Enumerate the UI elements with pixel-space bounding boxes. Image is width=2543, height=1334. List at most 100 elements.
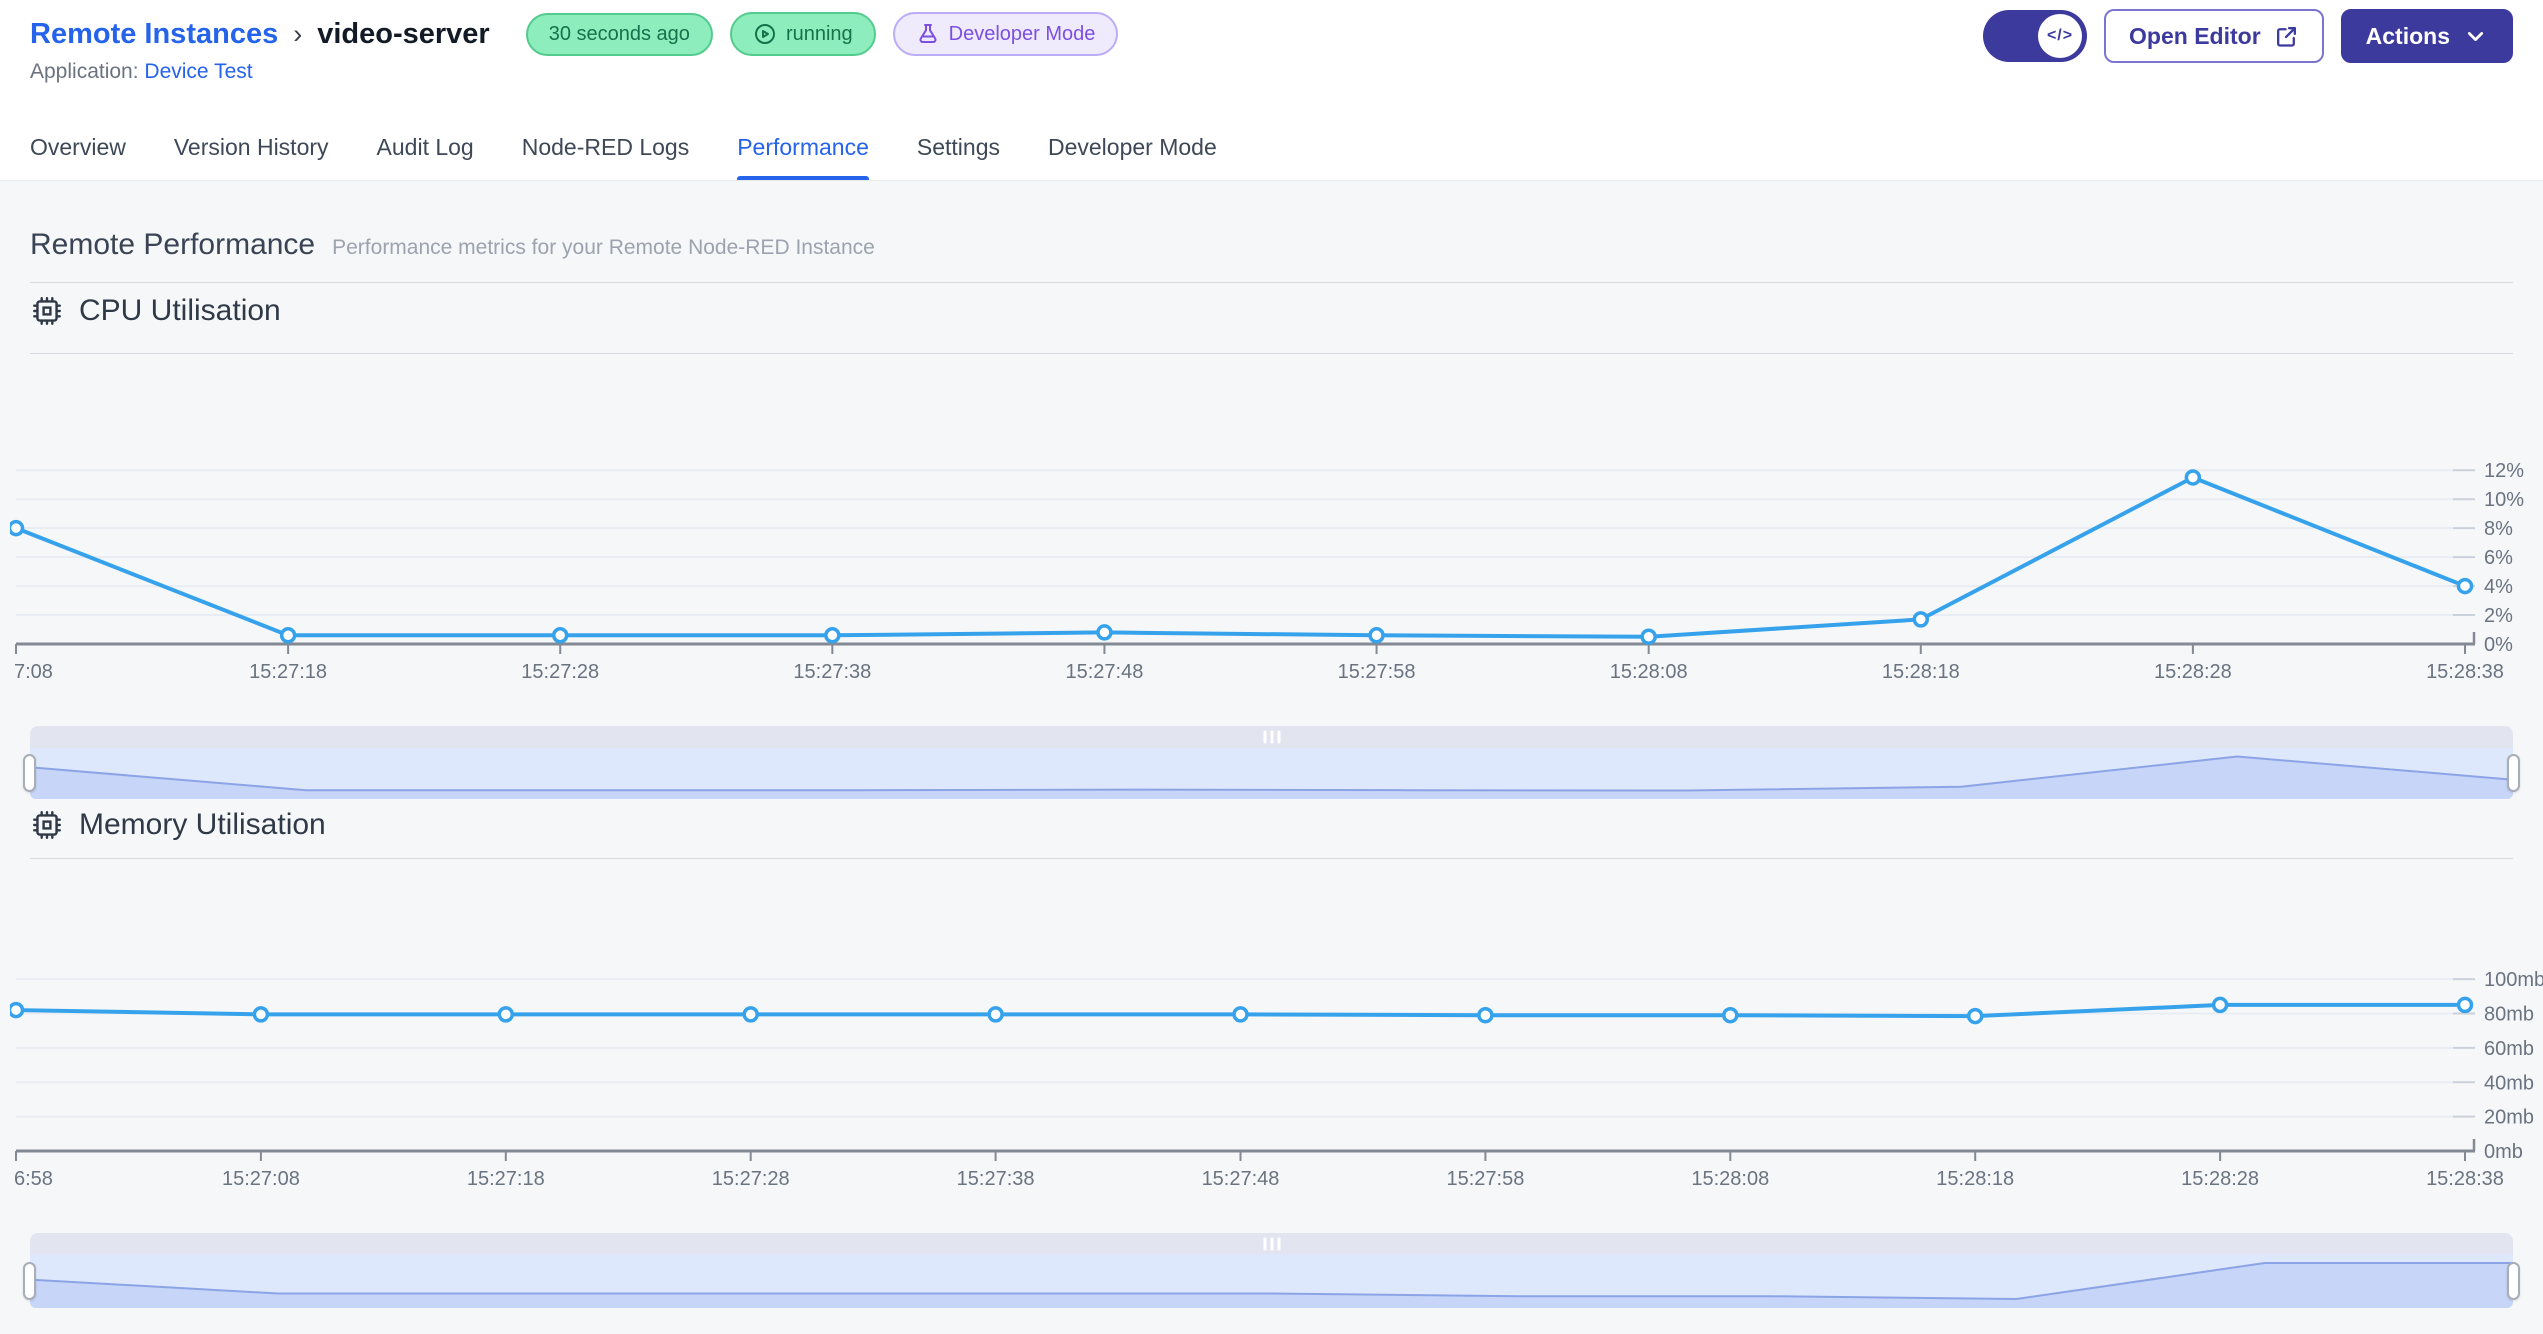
developer-mode-badge-label: Developer Mode	[948, 22, 1096, 45]
grip-icon[interactable]	[1263, 1237, 1280, 1250]
memory-chart-zoom-brush	[23, 1233, 2520, 1308]
running-status-label: running	[785, 22, 853, 45]
x-tick-label: 15:27:28	[712, 1168, 790, 1190]
memory-brush-handle-left[interactable]	[23, 1262, 36, 1300]
cpu-chip-icon	[30, 294, 64, 328]
code-icon: </>	[2038, 14, 2083, 58]
header-controls: </> Open Editor Actions	[1983, 9, 2513, 63]
tab-bar: Overview Version History Audit Log Node-…	[0, 115, 2543, 181]
tab-version-history[interactable]: Version History	[174, 115, 329, 180]
x-tick-label: 15:28:08	[1610, 661, 1688, 683]
data-point-marker	[1966, 1007, 1984, 1025]
last-seen-badge: 30 seconds ago	[525, 12, 713, 56]
actions-label: Actions	[2365, 22, 2450, 49]
memory-chip-icon	[30, 808, 64, 842]
x-tick-label: 15:28:28	[2154, 661, 2232, 683]
x-tick-label: 15:28:38	[2426, 1168, 2504, 1190]
x-tick-label: 15:27:58	[1446, 1168, 1524, 1190]
data-point-marker	[2456, 577, 2474, 595]
y-tick-label: 8%	[2484, 518, 2513, 540]
x-tick-label: 15:27:28	[521, 661, 599, 683]
cpu-brush-drag-strip[interactable]	[30, 726, 2513, 748]
grip-icon[interactable]	[1263, 730, 1280, 744]
breadcrumb-remote-instances-link[interactable]: Remote Instances	[30, 18, 278, 51]
data-point-marker	[497, 1006, 515, 1023]
y-tick-label: 4%	[2484, 576, 2513, 598]
data-point-marker	[1640, 628, 1657, 646]
memory-section-label: Memory Utilisation	[79, 808, 326, 841]
application-link[interactable]: Device Test	[144, 60, 252, 83]
memory-brush-drag-strip[interactable]	[30, 1233, 2513, 1254]
cpu-brush-preview[interactable]	[30, 748, 2513, 799]
memory-brush-handle-right[interactable]	[2507, 1262, 2520, 1300]
y-tick-label: 0%	[2484, 634, 2513, 656]
y-tick-label: 60mb	[2484, 1038, 2534, 1060]
cpu-brush-handle-right[interactable]	[2507, 754, 2520, 792]
x-tick-label: 15:27:48	[1202, 1168, 1280, 1190]
cpu-chart-zoom-brush	[23, 726, 2520, 799]
x-tick-label: 15:27:18	[249, 661, 327, 683]
cpu-section-label: CPU Utilisation	[79, 294, 281, 327]
x-tick-label: 15:27:38	[957, 1168, 1035, 1190]
cpu-utilisation-chart[interactable]: 0% 2% 4% 6% 8% 10% 12% 7:08 15:27:18 15:27:28 15:2…	[10, 421, 2543, 691]
x-tick-label: 15:28:38	[2426, 661, 2504, 683]
last-seen-badge-label: 30 seconds ago	[548, 22, 690, 45]
data-point-marker	[10, 1001, 25, 1019]
data-point-marker	[2211, 996, 2229, 1014]
y-tick-label: 80mb	[2484, 1004, 2534, 1026]
application-row: Application: Device Test	[30, 60, 253, 84]
tab-performance[interactable]: Performance	[737, 115, 869, 180]
x-tick-label: 6:58	[14, 1168, 53, 1190]
data-point-marker	[1096, 624, 1113, 641]
memory-brush-preview[interactable]	[30, 1254, 2513, 1308]
flask-icon	[916, 22, 940, 46]
y-tick-label: 6%	[2484, 547, 2513, 569]
x-tick-label: 15:27:08	[222, 1168, 300, 1190]
data-point-marker	[551, 627, 569, 644]
tab-developer-mode[interactable]: Developer Mode	[1048, 115, 1217, 180]
tab-audit-log[interactable]: Audit Log	[377, 115, 474, 180]
open-editor-button[interactable]: Open Editor	[2104, 9, 2324, 63]
divider	[30, 353, 2513, 354]
tab-node-red-logs[interactable]: Node-RED Logs	[522, 115, 689, 180]
developer-mode-toggle[interactable]: </>	[1983, 10, 2088, 62]
brush-area-fill	[30, 756, 2513, 799]
data-point-marker	[279, 627, 297, 644]
tab-settings[interactable]: Settings	[917, 115, 1000, 180]
data-point-marker	[1368, 627, 1385, 644]
y-tick-label: 12%	[2484, 460, 2524, 482]
developer-mode-badge: Developer Mode	[892, 12, 1119, 56]
chevron-down-icon	[2463, 24, 2488, 49]
y-tick-label: 2%	[2484, 605, 2513, 627]
running-status-badge: running	[729, 12, 876, 56]
x-tick-label: 15:28:08	[1691, 1168, 1769, 1190]
brush-preview-svg	[30, 1262, 2513, 1308]
breadcrumb: Remote Instances › video-server 30 secon…	[30, 10, 1119, 58]
status-badges: 30 seconds ago running Developer Mode	[525, 12, 1119, 56]
data-point-marker	[742, 1006, 759, 1023]
x-tick-label: 15:27:48	[1066, 661, 1144, 683]
page-head: Remote Performance Performance metrics f…	[30, 228, 875, 262]
cpu-brush-handle-left[interactable]	[23, 754, 36, 792]
performance-content: Remote Performance Performance metrics f…	[0, 182, 2543, 1334]
header: Remote Instances › video-server 30 secon…	[0, 0, 2543, 115]
data-point-marker	[987, 1006, 1004, 1023]
memory-section-title: Memory Utilisation	[30, 808, 326, 842]
brush-preview-svg	[30, 755, 2513, 799]
memory-utilisation-chart[interactable]: 0mb 20mb 40mb 60mb 80mb 100mb 6:58 15:27:08 15:2…	[10, 931, 2543, 1201]
tab-overview[interactable]: Overview	[30, 115, 126, 180]
data-point-marker	[1722, 1006, 1739, 1024]
y-tick-label: 10%	[2484, 489, 2524, 511]
y-tick-label: 40mb	[2484, 1072, 2534, 1094]
data-point-marker	[1912, 611, 1930, 628]
x-tick-label: 7:08	[14, 661, 53, 683]
x-tick-label: 15:27:58	[1338, 661, 1416, 683]
data-point-marker	[824, 627, 841, 644]
divider	[30, 858, 2513, 859]
data-point-marker	[2456, 996, 2474, 1014]
data-point-marker	[10, 519, 25, 537]
data-point-marker	[1477, 1006, 1494, 1024]
actions-button[interactable]: Actions	[2340, 9, 2513, 63]
x-tick-label: 15:28:18	[1882, 661, 1960, 683]
x-tick-label: 15:27:38	[793, 661, 871, 683]
